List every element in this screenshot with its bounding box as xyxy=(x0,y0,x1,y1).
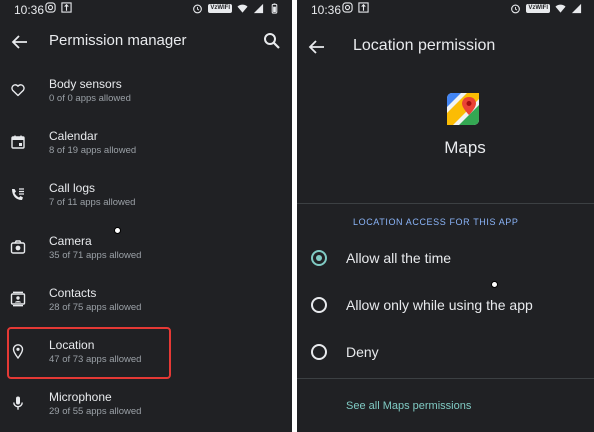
wifi-calling-badge: VzWIFI xyxy=(526,4,550,13)
radio-button[interactable] xyxy=(311,344,327,360)
radio-button-checked[interactable] xyxy=(311,250,327,266)
alarm-icon xyxy=(193,4,203,14)
option-label: Deny xyxy=(346,344,379,360)
permission-count: 47 of 73 apps allowed xyxy=(49,354,142,365)
option-label: Allow all the time xyxy=(346,250,452,266)
instagram-icon xyxy=(342,2,353,13)
status-time: 10:36 xyxy=(311,3,342,17)
alarm-icon xyxy=(511,4,521,14)
permission-label: Contacts xyxy=(49,286,97,300)
google-maps-icon xyxy=(447,93,479,125)
page-title: Location permission xyxy=(353,37,496,54)
status-time: 10:36 xyxy=(14,3,45,17)
calendar-icon xyxy=(11,135,25,149)
option-allow-all-the-time[interactable]: Allow all the time xyxy=(297,238,594,278)
permission-label: Camera xyxy=(49,234,92,248)
wifi-icon xyxy=(237,4,248,13)
permission-item-microphone[interactable]: Microphone 29 of 55 apps allowed xyxy=(0,383,292,432)
app-name: Maps xyxy=(444,138,486,157)
usb-icon xyxy=(358,2,369,13)
location-icon xyxy=(12,344,24,359)
option-deny[interactable]: Deny xyxy=(297,332,594,372)
option-label: Allow only while using the app xyxy=(346,297,533,313)
permission-count: 0 of 0 apps allowed xyxy=(49,93,131,104)
permission-item-calendar[interactable]: Calendar 8 of 19 apps allowed xyxy=(0,122,292,174)
permission-count: 8 of 19 apps allowed xyxy=(49,145,137,156)
permission-manager-screen: 10:36 VzWIFI Permission manager Body sen… xyxy=(0,0,292,432)
camera-icon xyxy=(10,240,26,254)
instagram-icon xyxy=(45,2,56,13)
permission-label: Call logs xyxy=(49,181,96,195)
wifi-calling-badge: VzWIFI xyxy=(208,4,232,13)
permission-count: 35 of 71 apps allowed xyxy=(49,250,142,261)
radio-button[interactable] xyxy=(311,297,327,313)
back-arrow-icon[interactable] xyxy=(8,30,32,54)
app-bar: Permission manager xyxy=(0,22,292,62)
permission-label: Microphone xyxy=(49,390,112,404)
permission-item-location[interactable]: Location 47 of 73 apps allowed xyxy=(0,331,292,383)
section-divider xyxy=(297,378,594,379)
status-bar: 10:36 VzWIFI xyxy=(297,0,594,20)
microphone-icon xyxy=(13,396,23,410)
back-arrow-icon[interactable] xyxy=(305,35,329,59)
permission-count: 7 of 11 apps allowed xyxy=(49,197,136,208)
permission-count: 28 of 75 apps allowed xyxy=(49,302,142,313)
search-icon[interactable] xyxy=(262,31,282,51)
permission-label: Body sensors xyxy=(49,77,122,91)
permission-label: Calendar xyxy=(49,129,98,143)
app-bar: Location permission xyxy=(297,22,594,62)
permission-count: 29 of 55 apps allowed xyxy=(49,406,142,417)
see-all-permissions-link[interactable]: See all Maps permissions xyxy=(346,400,471,412)
usb-icon xyxy=(61,2,72,13)
heart-icon xyxy=(11,84,25,97)
call-log-icon xyxy=(12,188,24,200)
section-divider xyxy=(297,203,594,204)
status-bar: 10:36 VzWIFI xyxy=(0,0,292,20)
signal-icon xyxy=(253,3,264,14)
option-allow-while-using[interactable]: Allow only while using the app xyxy=(297,285,594,325)
contacts-icon xyxy=(10,291,26,307)
signal-icon xyxy=(571,3,582,14)
permission-item-contacts[interactable]: Contacts 28 of 75 apps allowed xyxy=(0,279,292,331)
location-permission-screen: 10:36 VzWIFI Location permission Maps LO… xyxy=(297,0,594,432)
permission-item-call-logs[interactable]: Call logs 7 of 11 apps allowed xyxy=(0,174,292,226)
battery-icon xyxy=(271,3,278,14)
wifi-icon xyxy=(555,4,566,13)
section-header: LOCATION ACCESS FOR THIS APP xyxy=(353,217,519,227)
permission-label: Location xyxy=(49,338,95,352)
permission-item-camera[interactable]: Camera 35 of 71 apps allowed xyxy=(0,227,292,279)
permission-item-body-sensors[interactable]: Body sensors 0 of 0 apps allowed xyxy=(0,70,292,122)
page-title: Permission manager xyxy=(49,32,187,49)
